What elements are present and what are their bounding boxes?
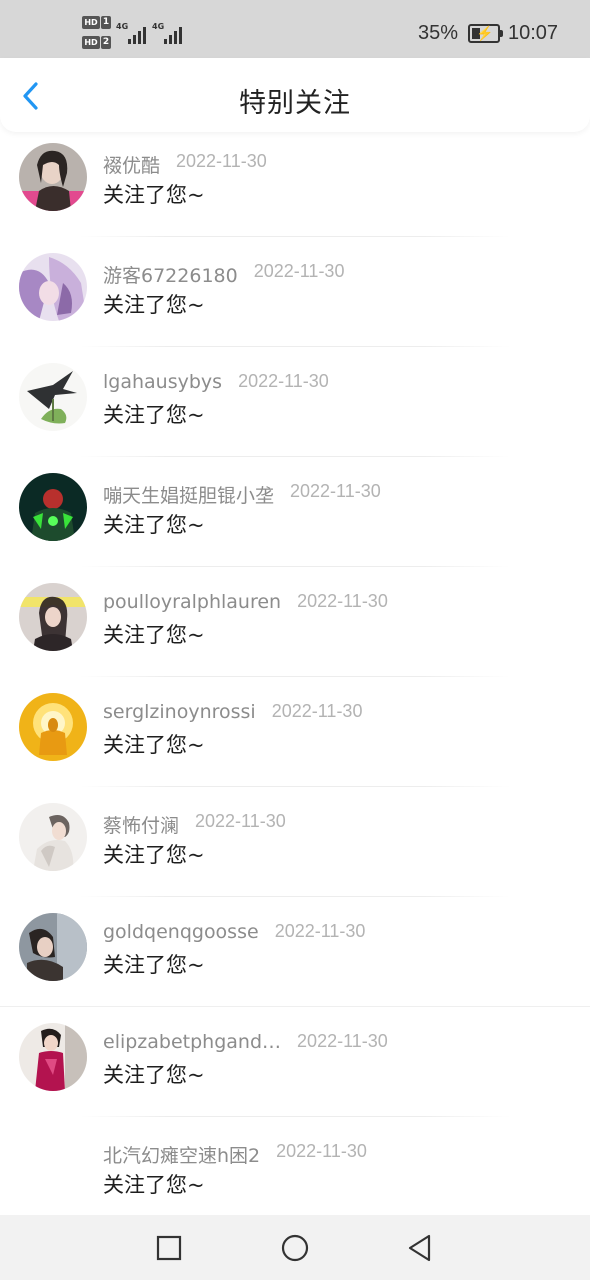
- avatar[interactable]: [19, 253, 87, 321]
- avatar-image: [19, 1023, 87, 1091]
- square-icon: [156, 1235, 182, 1261]
- follow-date: 2022-11-30: [271, 701, 363, 721]
- username[interactable]: 游客67226180: [103, 261, 238, 288]
- avatar[interactable]: [19, 693, 87, 761]
- charging-icon: ⚡: [476, 25, 494, 41]
- follow-message: 关注了您~: [103, 1063, 205, 1087]
- item-meta: poulloyralphlauren 2022-11-30: [103, 591, 583, 617]
- avatar[interactable]: [19, 913, 87, 981]
- triangle-back-icon: [408, 1234, 431, 1262]
- follow-date: 2022-11-30: [176, 151, 267, 171]
- follow-date: 2022-11-30: [276, 1141, 367, 1161]
- username[interactable]: poulloyralphlauren: [103, 591, 281, 613]
- follow-message: 关注了您~: [103, 623, 205, 647]
- list-item[interactable]: poulloyralphlauren 2022-11-30 关注了您~: [0, 567, 590, 677]
- system-nav-bar: [0, 1215, 590, 1280]
- list-item[interactable]: 嘣天生娼挺胆锟小垄 2022-11-30 关注了您~: [0, 457, 590, 567]
- follow-message: 关注了您~: [103, 953, 205, 977]
- battery-icon: ⚡: [468, 24, 503, 43]
- item-meta: serglzinoynrossi 2022-11-30: [103, 701, 583, 727]
- follow-message: 关注了您~: [103, 403, 205, 427]
- follow-message: 关注了您~: [103, 843, 205, 867]
- status-bar: HD 1 HD 2 4G 4G 35% ⚡ 10:07: [0, 0, 590, 58]
- item-meta: 北汽幻瘫空速h困2 2022-11-30: [103, 1141, 583, 1167]
- page-title: 特别关注: [239, 88, 351, 119]
- avatar-image: [19, 473, 87, 541]
- follow-message: 关注了您~: [103, 1173, 205, 1197]
- username[interactable]: serglzinoynrossi: [103, 701, 256, 723]
- home-button[interactable]: [278, 1231, 312, 1265]
- avatar[interactable]: [19, 583, 87, 651]
- follow-message: 关注了您~: [103, 733, 205, 757]
- avatar[interactable]: [19, 1023, 87, 1091]
- sim-number: 1: [101, 16, 111, 29]
- list-item[interactable]: lgahausybys 2022-11-30 关注了您~: [0, 347, 590, 457]
- username[interactable]: elipzabetphgand…: [103, 1031, 281, 1053]
- username[interactable]: 嘣天生娼挺胆锟小垄: [103, 481, 274, 508]
- item-meta: 嘣天生娼挺胆锟小垄 2022-11-30: [103, 481, 583, 507]
- avatar-image: [19, 363, 87, 431]
- sim1-indicator: HD 1: [82, 16, 112, 29]
- follow-date: 2022-11-30: [274, 921, 366, 941]
- signal-icon: 4G: [116, 22, 150, 44]
- list-item[interactable]: 裰优酷 2022-11-30 关注了您~: [0, 127, 590, 237]
- network-type: 4G: [152, 22, 165, 31]
- item-meta: lgahausybys 2022-11-30: [103, 371, 583, 397]
- follow-message: 关注了您~: [103, 513, 205, 537]
- item-meta: goldqenqgoosse 2022-11-30: [103, 921, 583, 947]
- follow-date: 2022-11-30: [253, 261, 345, 281]
- list-item[interactable]: 蔡怖付澜 2022-11-30 关注了您~: [0, 787, 590, 897]
- network-type: 4G: [116, 22, 129, 31]
- sim-number: 2: [101, 36, 111, 49]
- list-item[interactable]: 游客67226180 2022-11-30 关注了您~: [0, 237, 590, 347]
- item-meta: 裰优酷 2022-11-30: [103, 151, 583, 177]
- username[interactable]: 北汽幻瘫空速h困2: [103, 1141, 260, 1168]
- avatar[interactable]: [19, 143, 87, 211]
- item-meta: 游客67226180 2022-11-30: [103, 261, 583, 287]
- avatar[interactable]: [19, 473, 87, 541]
- avatar-image: [19, 913, 87, 981]
- signal-icon: 4G: [152, 22, 186, 44]
- avatar-image: [19, 583, 87, 651]
- follow-message: 关注了您~: [103, 183, 205, 207]
- avatar-image: [19, 803, 87, 871]
- username[interactable]: goldqenqgoosse: [103, 921, 259, 943]
- follow-message: 关注了您~: [103, 293, 205, 317]
- app-header: 特别关注: [0, 58, 590, 132]
- sim2-indicator: HD 2: [82, 36, 112, 49]
- avatar-image: [19, 693, 87, 761]
- list-item[interactable]: serglzinoynrossi 2022-11-30 关注了您~: [0, 677, 590, 787]
- item-meta: 蔡怖付澜 2022-11-30: [103, 811, 583, 837]
- system-back-button[interactable]: [403, 1231, 437, 1265]
- follow-date: 2022-11-30: [238, 371, 329, 391]
- avatar[interactable]: [19, 803, 87, 871]
- battery-percent: 35%: [418, 22, 459, 44]
- hd-badge: HD: [82, 16, 100, 29]
- avatar-image: [19, 143, 87, 211]
- sim-indicators: HD 1 HD 2 4G 4G: [82, 16, 192, 52]
- username[interactable]: 蔡怖付澜: [103, 811, 179, 838]
- username[interactable]: 裰优酷: [103, 151, 160, 178]
- follow-date: 2022-11-30: [290, 481, 381, 501]
- item-meta: elipzabetphgand… 2022-11-30: [103, 1031, 583, 1057]
- list-item[interactable]: elipzabetphgand… 2022-11-30 关注了您~: [0, 1007, 590, 1117]
- follow-date: 2022-11-30: [297, 591, 388, 611]
- circle-icon: [281, 1234, 309, 1262]
- follow-date: 2022-11-30: [195, 811, 286, 831]
- hd-badge: HD: [82, 36, 100, 49]
- username[interactable]: lgahausybys: [103, 371, 222, 393]
- list-item[interactable]: 北汽幻瘫空速h困2 2022-11-30 关注了您~: [0, 1117, 590, 1227]
- avatar[interactable]: [19, 363, 87, 431]
- status-right: 35% ⚡ 10:07: [410, 18, 590, 52]
- avatar-image: [19, 253, 87, 321]
- follow-date: 2022-11-30: [297, 1031, 388, 1051]
- recents-button[interactable]: [152, 1231, 186, 1265]
- clock: 10:07: [508, 22, 559, 44]
- list-item[interactable]: goldqenqgoosse 2022-11-30 关注了您~: [0, 897, 590, 1007]
